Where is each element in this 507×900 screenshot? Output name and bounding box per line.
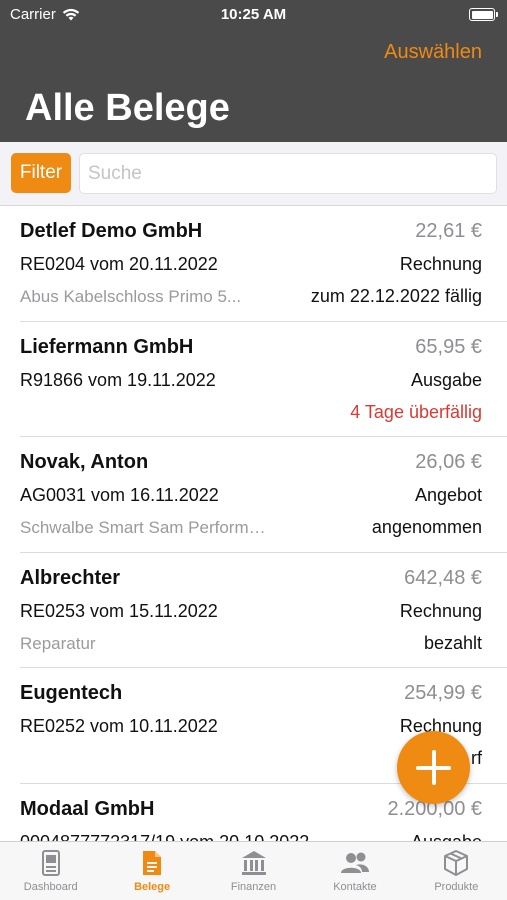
receipt-status: rf: [471, 748, 482, 768]
receipt-number: AG0031 vom 16.11.2022: [20, 485, 219, 505]
tab-label: Dashboard: [23, 881, 78, 893]
tab-dashboard[interactable]: Dashboard: [0, 842, 101, 900]
tab-produkte[interactable]: Produkte: [406, 842, 507, 900]
receipt-status: angenommen: [371, 517, 482, 537]
receipt-row[interactable]: Albrechter 642,48 € RE0253 vom 15.11.202…: [0, 553, 507, 669]
receipt-name: Liefermann GmbH: [20, 335, 194, 358]
receipt-number: 0004877772317/19 vom 20.10.2022: [20, 832, 309, 842]
page-title: Alle Belege: [25, 87, 230, 129]
dashboard-icon: [36, 848, 66, 881]
receipt-description: Reparatur: [20, 633, 96, 653]
receipt-number: RE0253 vom 15.11.2022: [20, 600, 218, 621]
box-icon: [441, 848, 471, 881]
receipt-name: Detlef Demo GmbH: [20, 220, 203, 242]
receipt-type: Ausgabe: [411, 832, 482, 842]
receipt-status: bezahlt: [423, 632, 482, 653]
receipt-type: Angebot: [414, 485, 482, 505]
search-input[interactable]: [79, 153, 497, 194]
tab-belege[interactable]: Belege: [101, 842, 202, 900]
receipt-number: R91866 vom 19.11.2022: [20, 369, 216, 390]
tab-label: Produkte: [434, 881, 479, 893]
receipt-type: Rechnung: [399, 600, 482, 621]
receipt-amount: 26,06 €: [415, 451, 482, 473]
receipt-row[interactable]: Novak, Anton 26,06 € AG0031 vom 16.11.20…: [0, 437, 507, 553]
receipt-amount: 22,61 €: [415, 220, 482, 242]
receipt-type: Rechnung: [399, 254, 482, 274]
clock: 10:25 AM: [220, 6, 287, 23]
select-button[interactable]: Auswählen: [384, 41, 482, 64]
tab-kontakte[interactable]: Kontakte: [304, 842, 405, 900]
receipt-description: Abus Kabelschloss Primo 5...: [20, 287, 242, 306]
receipt-amount: 642,48 €: [404, 566, 482, 589]
receipt-name: Novak, Anton: [20, 451, 149, 473]
receipt-name: Albrechter: [20, 566, 121, 589]
search-bar: Filter: [0, 142, 507, 206]
receipt-type: Ausgabe: [410, 369, 482, 390]
bank-icon: [239, 848, 269, 881]
tab-bar: Dashboard Belege Finanzen Kontakte Produkte: [0, 841, 507, 900]
receipt-row[interactable]: Detlef Demo GmbH 22,61 € RE0204 vom 20.1…: [0, 206, 507, 322]
tab-finanzen[interactable]: Finanzen: [203, 842, 304, 900]
document-icon: [137, 848, 167, 881]
receipt-status: zum 22.12.2022 fällig: [310, 286, 482, 306]
receipt-number: RE0204 vom 20.11.2022: [20, 254, 218, 274]
contacts-icon: [340, 848, 370, 881]
add-receipt-button[interactable]: [397, 731, 470, 804]
receipt-status: 4 Tage überfällig: [350, 401, 482, 422]
receipt-name: Eugentech: [20, 682, 123, 704]
battery-icon: [469, 8, 498, 21]
tab-label: Belege: [134, 881, 171, 893]
status-bar: Carrier 10:25 AM: [0, 0, 507, 28]
tab-label: Finanzen: [230, 881, 277, 893]
header: Carrier 10:25 AM Auswählen Alle Belege: [0, 0, 507, 142]
receipt-amount: 65,95 €: [415, 335, 482, 358]
receipt-number: RE0252 vom 10.11.2022: [20, 716, 218, 736]
filter-button[interactable]: Filter: [11, 153, 71, 193]
tab-label: Kontakte: [333, 881, 377, 893]
receipt-row[interactable]: Liefermann GmbH 65,95 € R91866 vom 19.11…: [0, 322, 507, 438]
receipt-description: Schwalbe Smart Sam Performance...: [20, 518, 270, 537]
receipt-amount: 254,99 €: [404, 682, 482, 704]
receipt-name: Modaal GmbH: [20, 797, 155, 820]
